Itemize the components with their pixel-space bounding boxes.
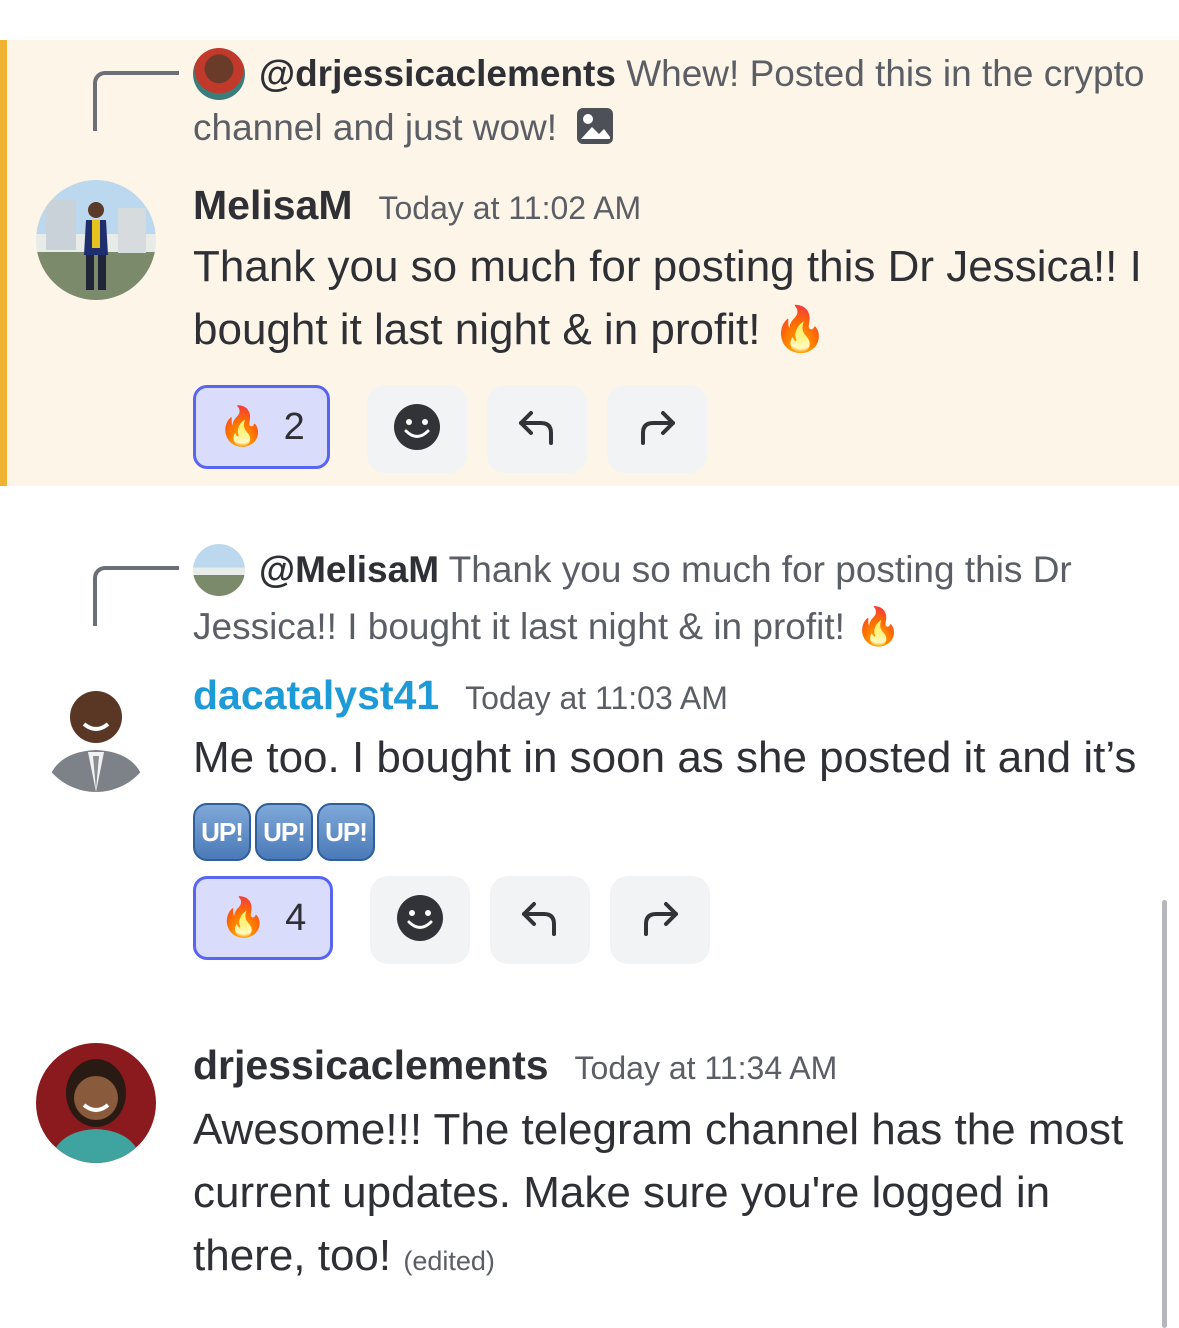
add-reaction-icon (392, 402, 442, 457)
avatar[interactable] (36, 180, 156, 300)
fire-emoji: 🔥 (855, 606, 902, 647)
mention-highlight-bar (0, 40, 7, 486)
forward-icon (636, 894, 684, 947)
reply-connector (93, 71, 179, 131)
add-reaction-button[interactable] (367, 385, 467, 473)
timestamp: Today at 11:34 AM (574, 1050, 838, 1086)
reply-preview[interactable]: @MelisaM Thank you so much for posting t… (193, 541, 1153, 655)
author-name[interactable]: drjessicaclements (193, 1042, 549, 1088)
message-text: Thank you so much for posting this Dr Je… (193, 235, 1153, 361)
scrollbar[interactable] (1162, 900, 1167, 1328)
up-emoji: UP! (317, 803, 375, 861)
edited-label: (edited) (403, 1246, 495, 1276)
fire-emoji: 🔥 (772, 305, 828, 354)
reply-icon (513, 403, 561, 456)
avatar (193, 48, 245, 100)
fire-emoji: 🔥 (219, 897, 268, 939)
forward-button[interactable] (607, 385, 707, 473)
author-name[interactable]: dacatalyst41 (193, 672, 439, 718)
message-content: Awesome!!! The telegram channel has the … (193, 1105, 1124, 1280)
reply-button[interactable] (487, 385, 587, 473)
avatar[interactable] (36, 1043, 156, 1163)
reply-connector (93, 566, 179, 626)
timestamp: Today at 11:02 AM (378, 190, 642, 226)
reply-icon (516, 894, 564, 947)
up-emoji: UP! (255, 803, 313, 861)
forward-icon (633, 403, 681, 456)
reaction-count: 4 (285, 896, 307, 939)
reaction-count: 2 (283, 405, 305, 448)
forward-button[interactable] (610, 876, 710, 964)
message-text: Me too. I bought in soon as she posted i… (193, 726, 1153, 861)
add-reaction-button[interactable] (370, 876, 470, 964)
image-icon (575, 106, 615, 161)
fire-emoji: 🔥 (218, 406, 266, 448)
reply-username[interactable]: @drjessicaclements (259, 53, 616, 94)
timestamp: Today at 11:03 AM (465, 680, 728, 716)
message-content: Thank you so much for posting this Dr Je… (193, 242, 1142, 354)
message-text: Awesome!!! The telegram channel has the … (193, 1098, 1153, 1293)
avatar (193, 544, 245, 596)
avatar[interactable] (36, 672, 156, 792)
reaction-fire[interactable]: 🔥 4 (193, 876, 333, 960)
reaction-fire[interactable]: 🔥 2 (193, 385, 330, 469)
message-content: Me too. I bought in soon as she posted i… (193, 733, 1137, 782)
reply-preview[interactable]: @drjessicaclements Whew! Posted this in … (193, 47, 1153, 161)
reply-username[interactable]: @MelisaM (259, 549, 439, 590)
add-reaction-icon (395, 893, 445, 948)
reply-button[interactable] (490, 876, 590, 964)
author-name[interactable]: MelisaM (193, 182, 353, 228)
up-emoji: UP! (193, 803, 251, 861)
